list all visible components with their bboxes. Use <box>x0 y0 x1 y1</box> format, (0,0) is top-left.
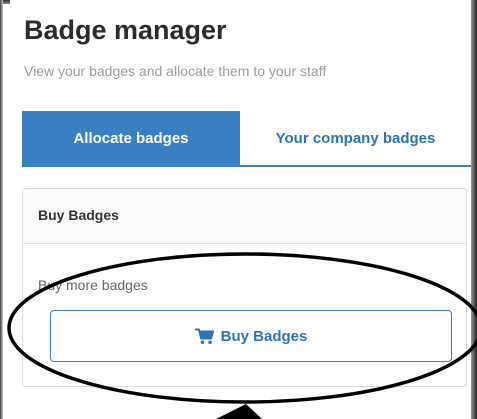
page-title: Badge manager <box>24 15 227 45</box>
tab-allocate-badges[interactable]: Allocate badges <box>22 111 240 165</box>
buy-badges-button[interactable]: Buy Badges <box>50 310 452 362</box>
buy-badges-panel: Buy Badges Buy more badges Buy Badges <box>22 188 467 387</box>
panel-description: Buy more badges <box>38 277 148 293</box>
tab-bar: Allocate badges Your company badges <box>22 111 471 167</box>
tab-your-company-badges[interactable]: Your company badges <box>240 111 471 165</box>
screenshot-frame: Badge manager View your badges and alloc… <box>0 0 477 419</box>
panel-header: Buy Badges <box>23 189 466 244</box>
panel-title: Buy Badges <box>38 207 119 223</box>
shopping-cart-icon <box>194 328 215 345</box>
page-subtitle: View your badges and allocate them to yo… <box>24 63 327 79</box>
buy-badges-button-label: Buy Badges <box>220 327 308 345</box>
badge-manager-page: Badge manager View your badges and alloc… <box>10 0 471 419</box>
window-shadow-left <box>0 0 3 419</box>
window-shadow-right <box>471 0 477 419</box>
